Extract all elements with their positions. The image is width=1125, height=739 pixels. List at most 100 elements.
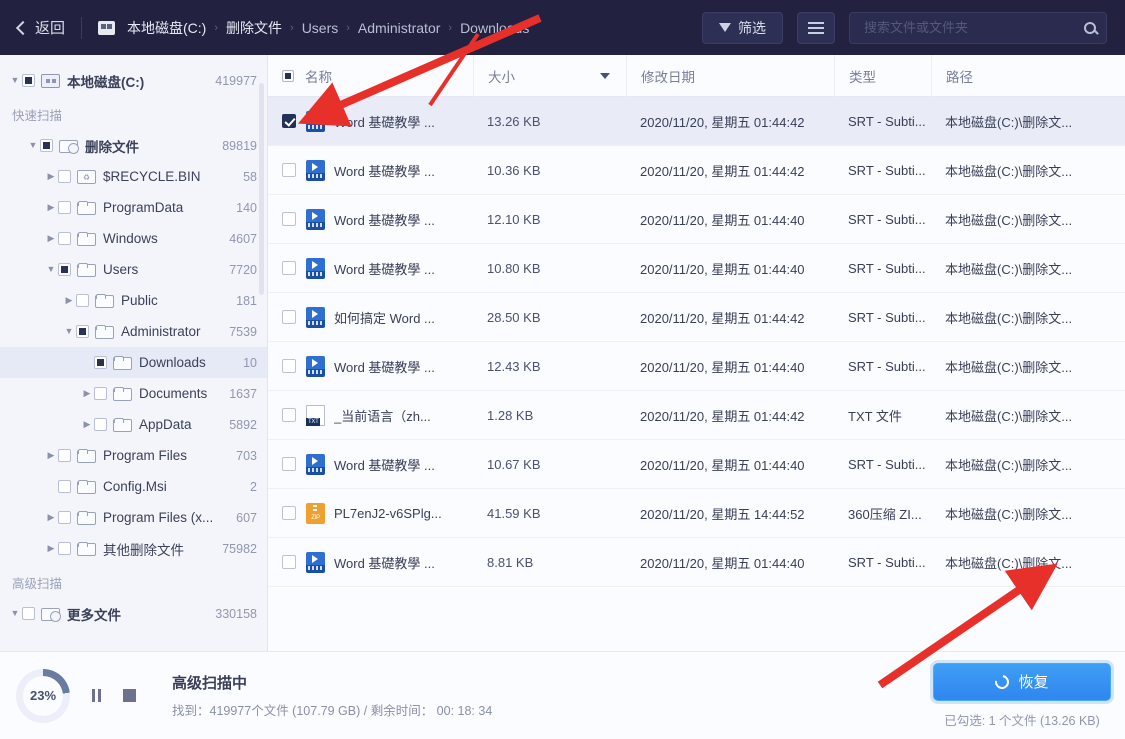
row-checkbox[interactable] — [282, 261, 296, 275]
breadcrumb-separator: › — [214, 21, 219, 34]
tree-checkbox[interactable] — [94, 387, 107, 400]
back-button[interactable]: 返回 — [15, 17, 65, 38]
restore-label: 恢复 — [1018, 674, 1049, 691]
tree-item-label: AppData — [139, 417, 192, 432]
tree-item-downloads[interactable]: Downloads 10 — [0, 347, 267, 378]
tree-item-windows[interactable]: Windows 4607 — [0, 223, 267, 254]
tree-checkbox[interactable] — [76, 294, 89, 307]
chevron-down-icon[interactable] — [44, 265, 58, 274]
breadcrumb-item-deleted[interactable]: 删除文件 — [226, 18, 282, 38]
tree-checkbox[interactable] — [58, 170, 71, 183]
cell-date: 2020/11/20, 星期五 01:44:40 — [640, 359, 805, 375]
chevron-right-icon[interactable] — [44, 234, 58, 243]
tree-checkbox[interactable] — [58, 542, 71, 555]
select-all-checkbox[interactable] — [282, 69, 294, 82]
tree-checkbox[interactable] — [58, 263, 71, 276]
tree-item-其他删除文件[interactable]: 其他删除文件 75982 — [0, 533, 267, 564]
chevron-down-icon[interactable] — [8, 609, 22, 618]
column-header-path[interactable]: 路径 — [931, 55, 1125, 97]
column-header-date[interactable]: 修改日期 — [626, 55, 834, 97]
chevron-right-icon[interactable] — [62, 296, 76, 305]
table-row[interactable]: Word 基礎教學 ... 10.67 KB 2020/11/20, 星期五 01:… — [268, 440, 1125, 489]
breadcrumb-separator: › — [346, 21, 350, 34]
chevron-down-icon[interactable] — [8, 76, 22, 85]
chevron-right-icon[interactable] — [44, 544, 58, 553]
row-checkbox[interactable] — [282, 114, 296, 128]
tree-item-更多文件[interactable]: 更多文件 330158 — [0, 598, 267, 629]
tree-checkbox[interactable] — [58, 480, 71, 493]
table-row[interactable]: Word 基礎教學 ... 12.10 KB 2020/11/20, 星期五 01:… — [268, 195, 1125, 244]
chevron-down-icon[interactable] — [62, 327, 76, 336]
table-row[interactable]: Word 基礎教學 ... 10.80 KB 2020/11/20, 星期五 01:… — [268, 244, 1125, 293]
tree-checkbox[interactable] — [94, 356, 107, 369]
tree-item-public[interactable]: Public 181 — [0, 285, 267, 316]
tree-checkbox[interactable] — [22, 74, 35, 87]
row-checkbox[interactable] — [282, 555, 296, 569]
tree-item-本地磁盘-c-[interactable]: 本地磁盘(C:) 419977 — [0, 65, 267, 96]
breadcrumb-item-administrator[interactable]: Administrator — [358, 20, 440, 36]
table-row[interactable]: PL7enJ2-v6SPlg... 41.59 KB 2020/11/20, 星期五… — [268, 489, 1125, 538]
tree-checkbox[interactable] — [58, 232, 71, 245]
chevron-right-icon[interactable] — [44, 451, 58, 460]
pause-button[interactable] — [92, 689, 101, 702]
chevron-right-icon[interactable] — [80, 420, 94, 429]
tree-item-administrator[interactable]: Administrator 7539 — [0, 316, 267, 347]
column-header-type[interactable]: 类型 — [834, 55, 931, 97]
row-checkbox[interactable] — [282, 163, 296, 177]
table-row[interactable]: Word 基礎教學 ... 8.81 KB 2020/11/20, 星期五 01:4… — [268, 538, 1125, 587]
chevron-down-icon[interactable] — [600, 72, 610, 79]
breadcrumb-item-downloads[interactable]: Downloads — [460, 20, 529, 36]
chevron-right-icon[interactable] — [44, 203, 58, 212]
stop-button[interactable] — [123, 689, 136, 702]
tree-item--recycle-bin[interactable]: $RECYCLE.BIN 58 — [0, 161, 267, 192]
tree-item-program-files[interactable]: Program Files 703 — [0, 440, 267, 471]
row-checkbox[interactable] — [282, 506, 296, 520]
table-row[interactable]: _当前语言（zh... 1.28 KB 2020/11/20, 星期五 01:44:… — [268, 391, 1125, 440]
tree-checkbox[interactable] — [58, 449, 71, 462]
tree-checkbox[interactable] — [40, 139, 53, 152]
restore-button[interactable]: 恢复 — [933, 662, 1111, 701]
tree-checkbox[interactable] — [58, 511, 71, 524]
tree-checkbox[interactable] — [94, 418, 107, 431]
tree-item-config-msi[interactable]: Config.Msi 2 — [0, 471, 267, 502]
sidebar-tree[interactable]: 本地磁盘(C:) 419977 快速扫描删除文件 89819 $RECYCLE.BIN 5… — [0, 55, 268, 651]
row-checkbox[interactable] — [282, 408, 296, 422]
file-name: Word 基礎教學 ... — [334, 457, 435, 473]
table-row[interactable]: Word 基礎教學 ... 12.43 KB 2020/11/20, 星期五 01:… — [268, 342, 1125, 391]
tree-item-documents[interactable]: Documents 1637 — [0, 378, 267, 409]
tree-item-program-files-x-[interactable]: Program Files (x... 607 — [0, 502, 267, 533]
column-header-size[interactable]: 大小 — [473, 55, 626, 97]
view-mode-button[interactable] — [797, 11, 835, 44]
cell-size: 10.80 KB — [487, 260, 541, 276]
tree-item-users[interactable]: Users 7720 — [0, 254, 267, 285]
tree-checkbox[interactable] — [58, 201, 71, 214]
column-header-name[interactable]: 名称 — [268, 55, 473, 97]
tree-checkbox[interactable] — [76, 325, 89, 338]
tree-checkbox[interactable] — [22, 607, 35, 620]
search-icon[interactable] — [1084, 21, 1096, 34]
chevron-right-icon[interactable] — [80, 389, 94, 398]
cell-path: 本地磁盘(C:)\删除文... — [945, 163, 1073, 179]
chevron-right-icon[interactable] — [44, 172, 58, 181]
row-checkbox[interactable] — [282, 457, 296, 471]
row-checkbox[interactable] — [282, 310, 296, 324]
breadcrumb-item-disk[interactable]: 本地磁盘(C:) — [127, 18, 206, 38]
search-box[interactable] — [849, 11, 1107, 44]
sidebar-scrollbar[interactable] — [259, 83, 264, 295]
tree-item-programdata[interactable]: ProgramData 140 — [0, 192, 267, 223]
tree-item-appdata[interactable]: AppData 5892 — [0, 409, 267, 440]
chevron-right-icon[interactable] — [44, 513, 58, 522]
table-row[interactable]: Word 基礎教學 ... 10.36 KB 2020/11/20, 星期五 01:… — [268, 146, 1125, 195]
breadcrumb-item-users[interactable]: Users — [302, 20, 339, 36]
row-checkbox[interactable] — [282, 212, 296, 226]
toolbar-actions: 筛选 — [702, 11, 1107, 44]
cell-type: 360压缩 ZI... — [848, 506, 922, 522]
chevron-down-icon[interactable] — [26, 141, 40, 150]
table-row[interactable]: Word 基礎教學 ... 13.26 KB 2020/11/20, 星期五 01:… — [268, 97, 1125, 146]
search-input[interactable] — [864, 20, 1084, 35]
table-row[interactable]: 如何搞定 Word ... 28.50 KB 2020/11/20, 星期五 01:… — [268, 293, 1125, 342]
tree-item-删除文件[interactable]: 删除文件 89819 — [0, 130, 267, 161]
row-checkbox[interactable] — [282, 359, 296, 373]
cell-type: SRT - Subti... — [848, 358, 926, 374]
filter-button[interactable]: 筛选 — [702, 11, 783, 44]
